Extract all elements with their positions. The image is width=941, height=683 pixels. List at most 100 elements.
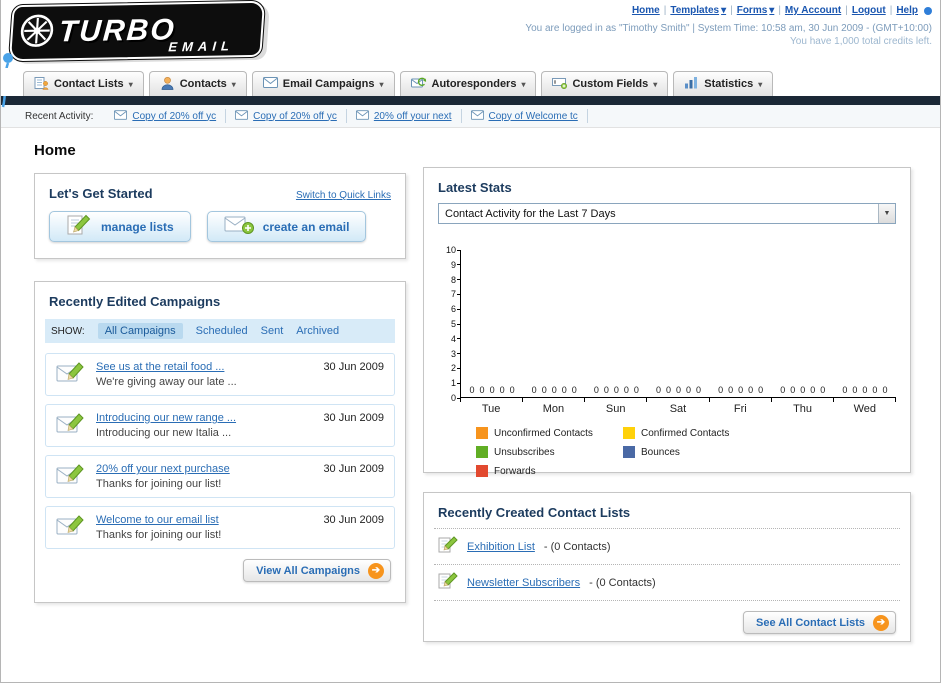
create-email-button[interactable]: create an email <box>206 211 367 242</box>
chevron-down-icon: ▾ <box>521 79 526 89</box>
contact-list-name-link[interactable]: Exhibition List <box>467 541 535 553</box>
nav-link-templates[interactable]: Templates ▾ <box>670 5 726 16</box>
envelope-icon <box>235 109 249 123</box>
nav-link-my-account[interactable]: My Account <box>785 5 841 16</box>
recent-activity-item[interactable]: Copy of Welcome tc <box>462 109 588 123</box>
y-tick-label: 6 <box>450 304 461 315</box>
bar-value-label: 0 <box>561 385 567 395</box>
contact-list-name-link[interactable]: Newsletter Subscribers <box>467 577 580 589</box>
campaign-subtitle: Thanks for joining our list! <box>96 478 222 490</box>
recent-activity-item[interactable]: Copy of 20% off yc <box>105 109 227 123</box>
filter-archived[interactable]: Archived <box>296 325 339 337</box>
bar-value-label: 0 <box>800 385 806 395</box>
manage-lists-button[interactable]: manage lists <box>49 211 191 242</box>
legend-swatch <box>623 446 635 458</box>
bar-value-label: 0 <box>499 385 505 395</box>
credits-text: You have 1,000 total credits left. <box>790 36 932 47</box>
pencil-page-icon <box>438 536 458 557</box>
campaign-subtitle: Introducing our new Italia ... <box>96 427 232 439</box>
chart-category-group: 00000 <box>646 250 709 402</box>
stats-period-select[interactable]: Contact Activity for the Last 7 Days ▼ <box>438 203 896 224</box>
tab-email-campaigns[interactable]: Email Campaigns ▾ <box>251 71 395 96</box>
legend-item: Unconfirmed Contacts <box>476 427 623 439</box>
y-tick-label: 2 <box>450 363 461 374</box>
campaign-filter-bar: SHOW: All Campaigns Scheduled Sent Archi… <box>45 319 395 343</box>
recent-activity-item[interactable]: 20% off your next <box>347 109 462 123</box>
campaign-title-link[interactable]: Introducing our new range ... <box>96 412 323 424</box>
recent-contact-lists-title: Recently Created Contact Lists <box>434 493 900 529</box>
x-tick-label: Tue <box>481 403 501 415</box>
view-all-campaigns-button[interactable]: View All Campaigns ➔ <box>243 559 391 582</box>
nav-link-forms[interactable]: Forms ▾ <box>737 5 775 16</box>
chevron-down-icon: ▾ <box>758 79 763 89</box>
tab-autoresponders[interactable]: Autoresponders ▾ <box>399 71 537 96</box>
pencil-page-icon <box>438 572 458 593</box>
autoresponder-icon <box>410 76 427 92</box>
bar-chart-icon <box>684 76 699 92</box>
chevron-down-icon: ▾ <box>769 5 775 16</box>
login-info: You are logged in as "Timothy Smith" | S… <box>525 22 932 48</box>
campaign-title-link[interactable]: 20% off your next purchase <box>96 463 323 475</box>
app-logo[interactable]: TURBO EMAIL <box>7 0 267 63</box>
campaign-date: 30 Jun 2009 <box>323 514 384 526</box>
header: TURBO EMAIL Home | Templates ▾ | Forms ▾ | My… <box>1 0 940 108</box>
show-label: SHOW: <box>51 325 85 337</box>
pencil-list-icon <box>66 214 92 239</box>
chart-category-group: 00000 <box>770 250 834 402</box>
main-content: Home Let's Get Started Switch to Quick L… <box>1 128 940 642</box>
nav-separator: | <box>845 5 848 16</box>
bar-value-label: 0 <box>469 385 475 395</box>
tab-statistics[interactable]: Statistics ▾ <box>673 71 774 96</box>
notification-dot-icon <box>924 6 932 15</box>
campaign-list-item: Introducing our new range ... Introducin… <box>45 404 395 447</box>
chart-category-group: 00000 <box>708 250 772 402</box>
arrow-right-icon: ➔ <box>873 614 889 631</box>
filter-scheduled[interactable]: Scheduled <box>196 325 248 337</box>
bar-value-label: 0 <box>810 385 816 395</box>
login-status-text: You are logged in as "Timothy Smith" | S… <box>525 23 932 34</box>
bar-value-label: 0 <box>748 385 754 395</box>
y-tick-label: 3 <box>450 348 461 359</box>
nav-separator: | <box>730 5 733 16</box>
bar-value-label: 0 <box>718 385 724 395</box>
nav-link-help[interactable]: Help <box>896 5 918 16</box>
nav-link-home[interactable]: Home <box>632 5 660 16</box>
bar-value-label: 0 <box>758 385 764 395</box>
bar-value-label: 0 <box>780 385 786 395</box>
campaign-title-link[interactable]: Welcome to our email list <box>96 514 323 526</box>
turbine-icon <box>17 12 56 54</box>
bar-value-label: 0 <box>603 385 609 395</box>
nav-link-logout[interactable]: Logout <box>852 5 886 16</box>
legend-item: Forwards <box>476 465 623 477</box>
recent-activity-item[interactable]: Copy of 20% off yc <box>226 109 347 123</box>
switch-quick-links-link[interactable]: Switch to Quick Links <box>296 190 391 201</box>
get-started-panel: Let's Get Started Switch to Quick Links … <box>34 173 406 259</box>
filter-all-campaigns[interactable]: All Campaigns <box>97 323 183 339</box>
bar-value-label: 0 <box>696 385 702 395</box>
campaign-date: 30 Jun 2009 <box>323 463 384 475</box>
logo-text-turbo: TURBO <box>57 13 177 49</box>
see-all-contact-lists-button[interactable]: See All Contact Lists ➔ <box>742 611 896 634</box>
bar-value-label: 0 <box>541 385 547 395</box>
chart-category-group: 00000 <box>522 250 585 402</box>
envelope-icon <box>114 109 128 123</box>
filter-sent[interactable]: Sent <box>261 325 284 337</box>
bar-value-label: 0 <box>489 385 495 395</box>
right-column: Latest Stats Contact Activity for the La… <box>423 167 911 642</box>
envelope-icon <box>355 109 369 123</box>
custom-fields-icon <box>552 76 568 92</box>
tab-contact-lists[interactable]: Contact Lists ▾ <box>23 71 144 96</box>
campaign-title-link[interactable]: See us at the retail food ... <box>96 361 323 373</box>
tab-custom-fields[interactable]: Custom Fields ▾ <box>541 71 669 96</box>
chevron-down-icon: ▾ <box>379 79 384 89</box>
bar-value-label: 0 <box>852 385 858 395</box>
recent-activity-bar: Recent Activity: Copy of 20% off yc Copy… <box>1 105 940 128</box>
arrow-right-icon: ➔ <box>368 562 384 579</box>
legend-swatch <box>476 446 488 458</box>
campaign-date: 30 Jun 2009 <box>323 361 384 373</box>
top-nav: Home | Templates ▾ | Forms ▾ | My Account | Lo… <box>632 5 932 16</box>
tab-contacts[interactable]: Contacts ▾ <box>148 71 247 96</box>
envelope-icon <box>470 109 484 123</box>
envelope-pencil-icon <box>56 513 86 542</box>
bar-value-label: 0 <box>738 385 744 395</box>
